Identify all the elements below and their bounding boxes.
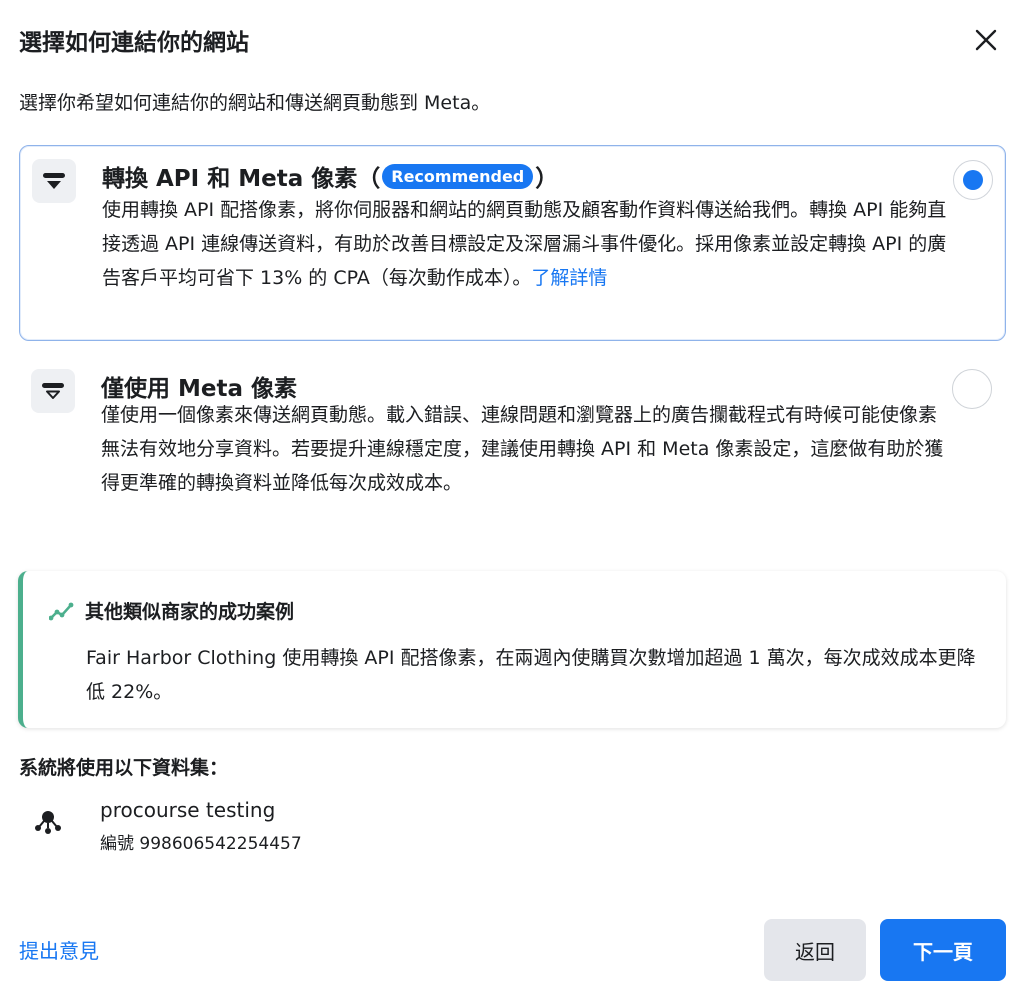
case-study-box: 其他類似商家的成功案例 Fair Harbor Clothing 使用轉換 AP… — [18, 571, 1006, 728]
option-capi-and-pixel[interactable]: 轉換 API 和 Meta 像素（ Recommended ） 使用轉換 API… — [19, 145, 1006, 341]
feedback-link[interactable]: 提出意見 — [19, 935, 99, 964]
option-description: 使用轉換 API 配搭像素，將你伺服器和網站的網頁動態及顧客動作資料傳送給我們。… — [102, 193, 952, 295]
dataset-icon — [35, 811, 61, 834]
dialog-subtitle: 選擇你希望如何連結你的網站和傳送網頁動態到 Meta。 — [19, 92, 491, 114]
back-button[interactable]: 返回 — [764, 919, 866, 981]
case-study-text: Fair Harbor Clothing 使用轉換 API 配搭像素，在兩週內使… — [86, 647, 976, 703]
radio-selected[interactable] — [953, 160, 993, 200]
capi-pixel-icon — [32, 159, 76, 203]
next-button[interactable]: 下一頁 — [880, 919, 1006, 981]
option-pixel-only[interactable]: 僅使用 Meta 像素 僅使用一個像素來傳送網頁動態。載入錯誤、連線問題和瀏覽器… — [19, 351, 1006, 541]
case-study-title: 其他類似商家的成功案例 — [85, 601, 295, 623]
dataset-heading: 系統將使用以下資料集： — [19, 757, 229, 779]
trend-chart-icon — [49, 602, 74, 620]
close-button[interactable] — [966, 20, 1006, 60]
option-description: 僅使用一個像素來傳送網頁動態。載入錯誤、連線問題和瀏覽器上的廣告攔截程式有時候可… — [101, 404, 944, 494]
recommended-badge: Recommended — [382, 163, 534, 189]
learn-more-link[interactable]: 了解詳情 — [531, 267, 607, 289]
radio-dot — [963, 170, 983, 190]
option-title-suffix: ） — [535, 166, 559, 192]
dataset-name: procourse testing — [100, 798, 276, 822]
option-title-prefix: 轉換 API 和 Meta 像素（ — [102, 166, 381, 192]
pixel-icon — [31, 369, 75, 413]
case-study-header: 其他類似商家的成功案例 — [49, 597, 294, 624]
option-description-text: 使用轉換 API 配搭像素，將你伺服器和網站的網頁動態及顧客動作資料傳送給我們。… — [102, 199, 947, 289]
close-icon — [975, 29, 997, 51]
radio-unselected[interactable] — [952, 369, 992, 409]
option-title: 轉換 API 和 Meta 像素（ Recommended ） — [102, 159, 558, 193]
dataset-id: 編號 998606542254457 — [100, 834, 302, 854]
dialog-title: 選擇如何連結你的網站 — [19, 30, 249, 56]
